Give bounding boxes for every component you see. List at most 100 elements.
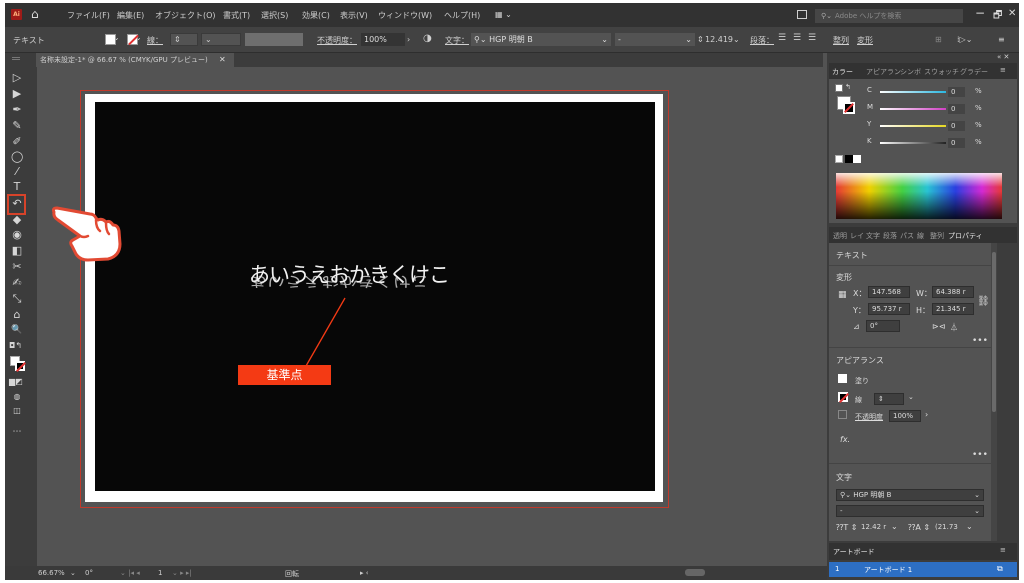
h-field[interactable]: 21.345 r <box>932 303 974 315</box>
magenta-slider[interactable] <box>880 108 946 110</box>
transform-section-title: 変形 <box>836 273 852 282</box>
tab-gradient[interactable]: グラデー <box>960 67 988 77</box>
stroke-weight-chevron-icon[interactable]: ⌄ <box>908 393 914 401</box>
magenta-label: M <box>867 103 874 111</box>
cyan-field[interactable]: 0 <box>948 87 965 97</box>
divider <box>829 463 991 464</box>
swap-colors-icon[interactable]: ↰ <box>845 83 851 91</box>
cyan-label: C <box>867 86 872 94</box>
appearance-more-icon[interactable]: ••• <box>972 450 988 460</box>
chevron-down-icon: ⌄ <box>974 507 980 515</box>
artboards-panel-menu-icon[interactable]: ≡ <box>1000 546 1006 554</box>
artboard-row-name: アートボード 1 <box>864 566 913 574</box>
flip-vertical-icon[interactable]: ⏃ <box>950 322 958 333</box>
properties-font-size-field[interactable]: 12.42 r <box>861 523 886 531</box>
x-label: X： <box>853 289 867 298</box>
y-label: Y： <box>853 306 866 315</box>
tab-character[interactable]: 文字 <box>866 231 880 241</box>
current-tool-status: 回転 <box>285 570 299 578</box>
properties-font-family-dropdown[interactable]: ⚲⌄ HGP 明朝 B ⌄ <box>836 489 984 501</box>
appearance-opacity-field[interactable]: 100% <box>889 410 921 422</box>
color-stroke-big-swatch[interactable] <box>843 102 855 114</box>
black-swatch[interactable] <box>845 155 853 163</box>
yellow-unit: % <box>975 121 982 129</box>
font-size-chevron-icon[interactable]: ⌄ <box>891 522 898 531</box>
magenta-field[interactable]: 0 <box>948 104 965 114</box>
font-size-icon: ⁇T ⇕ <box>836 523 858 532</box>
tab-transparency[interactable]: 透明 <box>833 231 847 241</box>
horizontal-scrollbar[interactable] <box>685 569 705 576</box>
artboard-nav-prev-icon[interactable]: ⌄ |◂ ◂ <box>120 569 140 577</box>
stroke-label: 線 <box>855 396 862 404</box>
color-panel-menu-icon[interactable]: ≡ <box>1000 66 1006 74</box>
color-fill-small-swatch[interactable] <box>835 84 843 92</box>
reference-point-grid-icon[interactable]: ▦ <box>838 290 847 300</box>
black-slider[interactable] <box>880 142 946 144</box>
properties-object-type: テキスト <box>836 251 868 260</box>
properties-scroll-thumb[interactable] <box>992 252 996 412</box>
angle-icon: ⊿ <box>853 322 860 331</box>
divider <box>829 347 991 348</box>
tab-stroke[interactable]: 線 <box>917 231 924 241</box>
properties-font-style-dropdown[interactable]: - ⌄ <box>836 505 984 517</box>
tab-color[interactable]: カラー <box>832 67 853 77</box>
artboard-number-field[interactable]: 1 <box>158 569 162 577</box>
status-menu-icon[interactable]: ▸ ‹ <box>360 569 369 577</box>
magenta-unit: % <box>975 104 982 112</box>
tab-paragraph[interactable]: 段落 <box>883 231 897 241</box>
character-section-title: 文字 <box>836 473 852 482</box>
artboard-list-row[interactable] <box>829 562 1017 577</box>
tab-symbols[interactable]: シンボ <box>900 67 921 77</box>
yellow-slider[interactable] <box>880 125 946 127</box>
transform-more-icon[interactable]: ••• <box>972 336 988 346</box>
chevron-down-icon: ⌄ <box>974 491 980 499</box>
tab-layers[interactable]: レイ <box>850 231 864 241</box>
rotate-view-field[interactable]: 0° <box>85 569 93 577</box>
artboard-row-number: 1 <box>835 565 840 573</box>
white-swatch[interactable] <box>853 155 861 163</box>
tab-properties[interactable]: プロパティ <box>948 231 983 241</box>
color-spectrum-highlight <box>836 173 1002 187</box>
angle-field[interactable]: 0° <box>866 320 900 332</box>
w-label: W： <box>916 289 932 298</box>
fx-icon[interactable]: fx. <box>840 435 850 444</box>
w-field[interactable]: 64.388 r <box>932 286 974 298</box>
constrain-proportions-icon[interactable]: ⛓ <box>977 296 990 307</box>
dock-collapse-icon[interactable]: « ✕ <box>997 53 1009 61</box>
black-field[interactable]: 0 <box>948 138 965 148</box>
tab-align[interactable]: 整列 <box>930 231 944 241</box>
leading-icon: ⁇A ⇕ <box>908 523 931 532</box>
cyan-slider[interactable] <box>880 91 946 93</box>
appearance-stroke-weight-field[interactable]: ⇕ <box>874 393 904 405</box>
black-label: K <box>867 137 872 145</box>
tab-swatches[interactable]: スウォッチ <box>924 67 959 77</box>
h-label: H： <box>916 306 931 315</box>
black-unit: % <box>975 138 982 146</box>
yellow-label: Y <box>867 120 872 128</box>
opacity-arrow-icon[interactable]: › <box>925 410 928 419</box>
leading-chevron-icon[interactable]: ⌄ <box>966 522 973 531</box>
tab-pathfinder[interactable]: パス <box>900 231 914 241</box>
flip-horizontal-icon[interactable]: ⊳⊲ <box>932 322 945 331</box>
zoom-level-field[interactable]: 66.67% <box>38 569 65 577</box>
tab-appearance[interactable]: アピアラン <box>866 67 901 77</box>
zoom-chevron-icon[interactable]: ⌄ <box>70 569 76 577</box>
x-field[interactable]: 147.568 <box>868 286 910 298</box>
appearance-stroke-swatch[interactable] <box>838 392 848 402</box>
appearance-fill-swatch[interactable] <box>838 374 847 383</box>
cyan-unit: % <box>975 87 982 95</box>
appearance-opacity-label[interactable]: 不透明度 <box>855 412 883 422</box>
appearance-section-title: アピアランス <box>836 356 884 365</box>
yellow-field[interactable]: 0 <box>948 121 965 131</box>
reference-point-label: 基準点 <box>238 365 331 385</box>
tab-artboards[interactable]: アートボード <box>833 547 875 557</box>
artboard-nav-next-icon[interactable]: ⌄ ▸ ▸| <box>172 569 192 577</box>
fill-label: 塗り <box>855 377 869 385</box>
divider <box>829 265 991 266</box>
color-panel-tabs <box>829 63 1017 79</box>
search-icon: ⚲⌄ <box>840 491 854 499</box>
artboard-options-icon[interactable]: ⧉ <box>997 564 1003 574</box>
properties-leading-field[interactable]: (21.73 <box>935 523 958 531</box>
none-swatch[interactable] <box>835 155 843 163</box>
y-field[interactable]: 95.737 r <box>868 303 910 315</box>
